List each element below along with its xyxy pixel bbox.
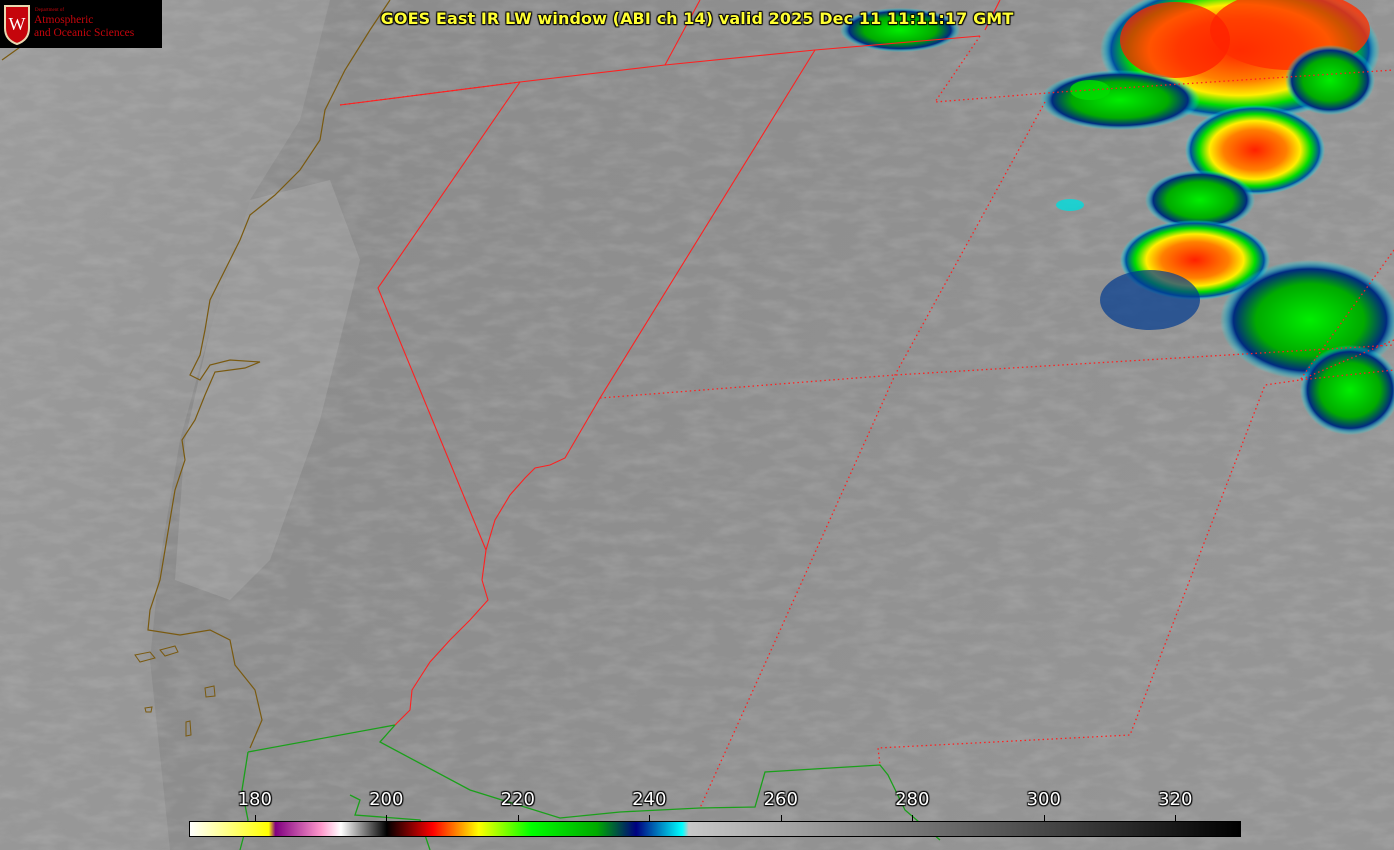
texture-overlay	[0, 0, 1394, 850]
satellite-map: W Department of Atmospheric and Oceanic …	[0, 0, 1394, 850]
logo-line-oceanic: and Oceanic Sciences	[34, 27, 135, 39]
image-title: GOES East IR LW window (ABI ch 14) valid…	[380, 9, 1014, 28]
ir-satellite-image	[0, 0, 1394, 850]
